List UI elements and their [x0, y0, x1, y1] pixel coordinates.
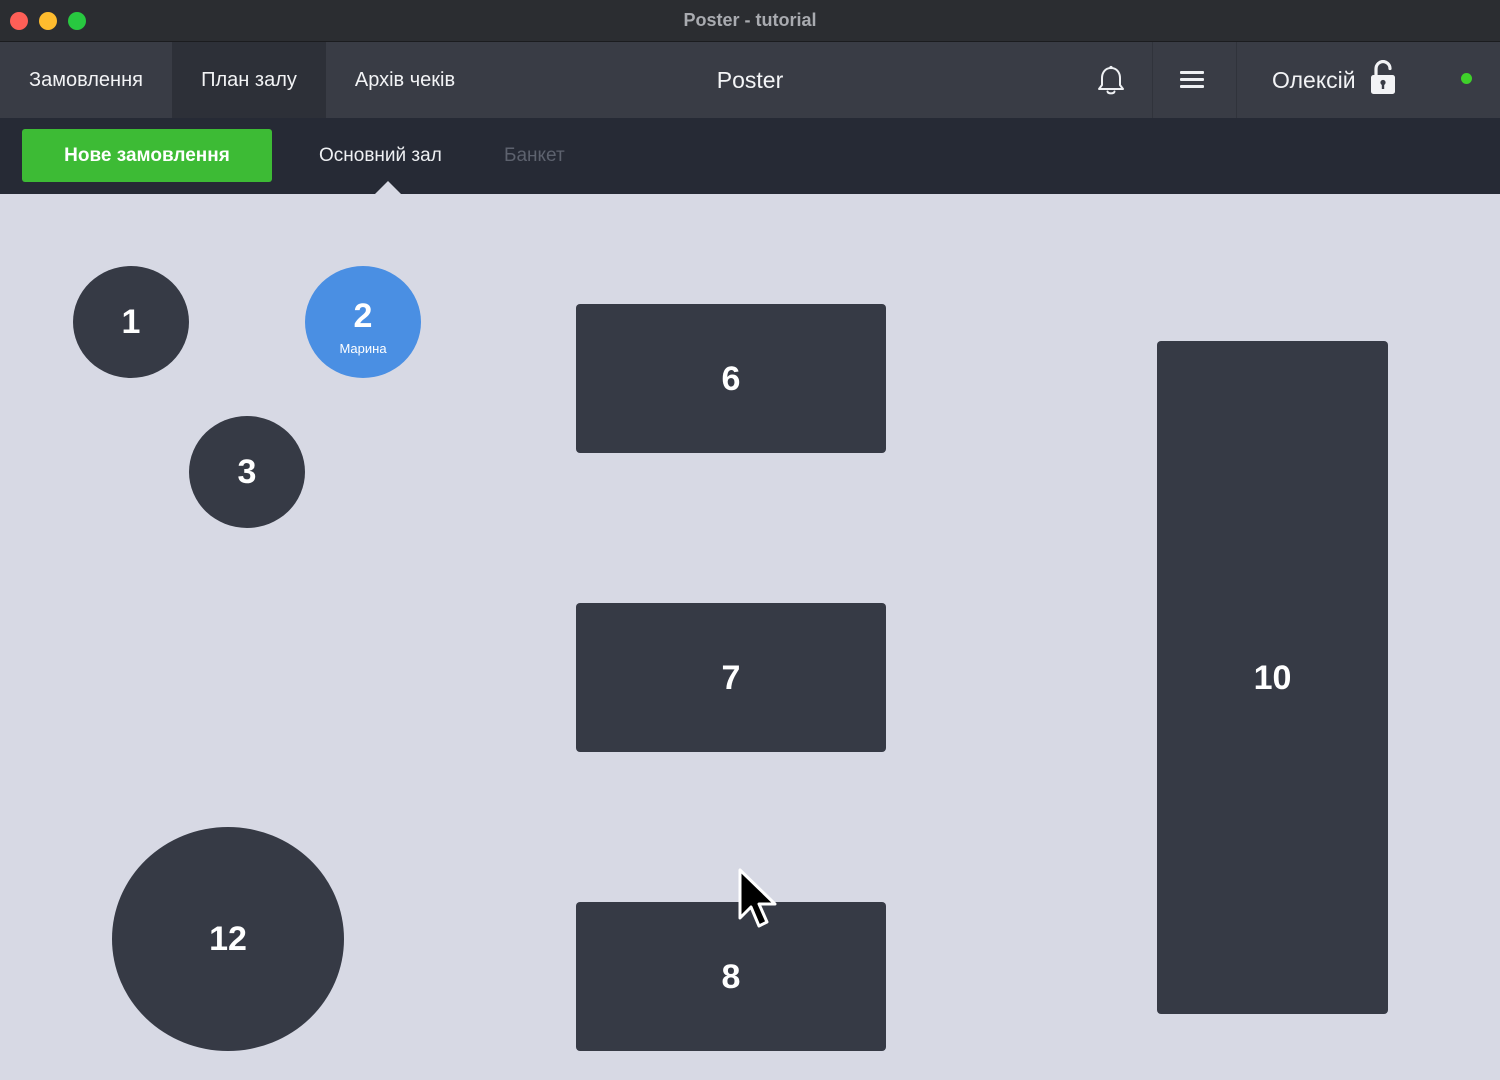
table-number: 8 — [721, 957, 741, 996]
table-10[interactable]: 10 — [1157, 341, 1388, 1014]
tab-floor-plan[interactable]: План залу — [172, 42, 326, 118]
table-8[interactable]: 8 — [576, 902, 886, 1051]
table-number: 6 — [721, 359, 741, 398]
table-number: 2 — [353, 296, 373, 335]
table-number: 3 — [237, 453, 257, 491]
online-status-dot — [1461, 73, 1472, 84]
unlock-icon[interactable] — [1369, 59, 1397, 96]
bell-icon[interactable] — [1094, 64, 1128, 98]
table-waiter-name: Марина — [339, 340, 387, 356]
top-navigation: Замовлення План залу Архів чеків Poster … — [0, 42, 1500, 118]
table-6[interactable]: 6 — [576, 304, 886, 453]
nav-divider — [1236, 42, 1237, 118]
window-title: Poster - tutorial — [683, 10, 817, 30]
table-number: 12 — [209, 920, 247, 958]
table-number: 1 — [121, 303, 141, 341]
new-order-button[interactable]: Нове замовлення — [22, 129, 272, 182]
nav-divider — [1152, 42, 1153, 118]
table-number: 7 — [721, 658, 741, 697]
table-12[interactable]: 12 — [112, 827, 344, 1051]
tab-orders[interactable]: Замовлення — [0, 42, 172, 118]
table-2[interactable]: 2 Марина — [305, 266, 421, 378]
tab-banquet[interactable]: Банкет — [504, 118, 565, 194]
hamburger-icon[interactable] — [1180, 68, 1210, 94]
tab-receipts-archive[interactable]: Архів чеків — [326, 42, 484, 118]
table-3[interactable]: 3 — [189, 416, 305, 528]
table-1[interactable]: 1 — [73, 266, 189, 378]
sub-navigation: Нове замовлення Основний зал Банкет — [0, 118, 1500, 194]
table-7[interactable]: 7 — [576, 603, 886, 752]
window-titlebar: Poster - tutorial — [0, 0, 1500, 42]
active-hall-indicator — [375, 181, 401, 194]
table-number: 10 — [1253, 658, 1292, 697]
app-title: Poster — [716, 67, 784, 93]
mouse-cursor-icon — [736, 868, 782, 932]
user-name[interactable]: Олексій — [1272, 42, 1356, 118]
